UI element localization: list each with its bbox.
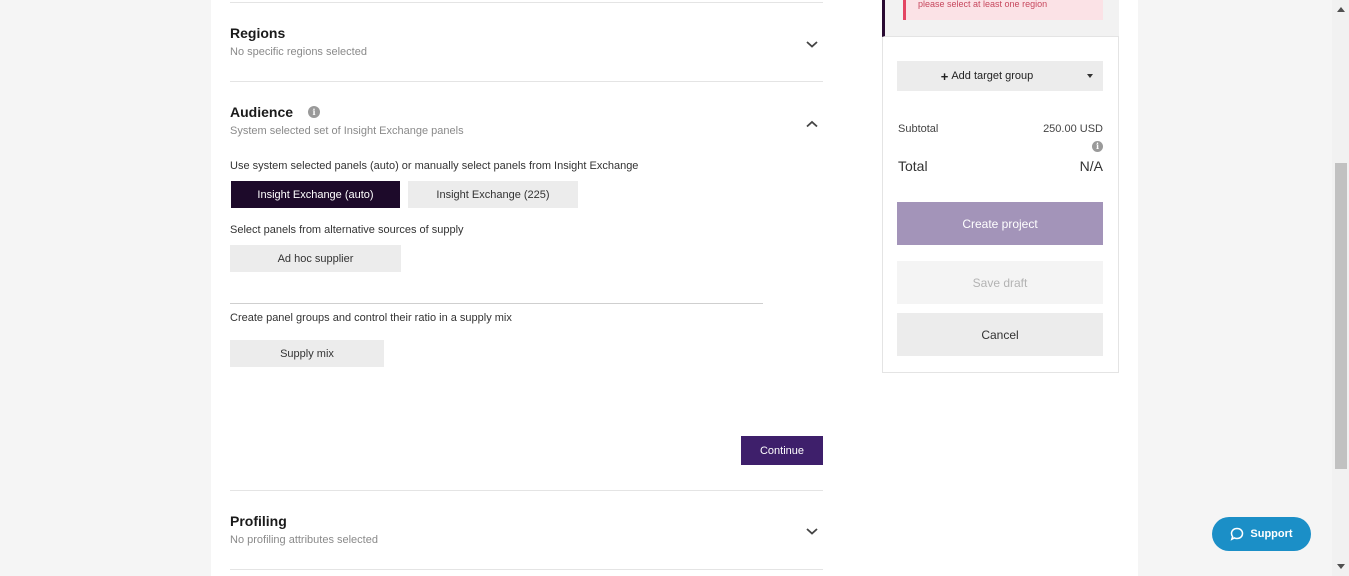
divider [230, 303, 763, 304]
total-label: Total [898, 158, 928, 174]
regions-subtitle: No specific regions selected [230, 46, 367, 58]
cancel-button[interactable]: Cancel [897, 313, 1103, 356]
add-target-group-control: + Add target group [897, 61, 1103, 91]
chevron-down-icon[interactable] [804, 36, 820, 52]
supply-mix-instruction: Create panel groups and control their ra… [230, 312, 512, 324]
alt-supply-instruction: Select panels from alternative sources o… [230, 224, 464, 236]
region-alert: please select at least one region [903, 0, 1103, 20]
audience-title: Audience [230, 104, 294, 120]
info-icon[interactable]: i [308, 106, 320, 118]
total-value: N/A [1079, 158, 1103, 174]
scroll-up-icon[interactable] [1337, 7, 1345, 12]
save-draft-button[interactable]: Save draft [897, 261, 1103, 304]
regions-title: Regions [230, 25, 286, 41]
create-project-button[interactable]: Create project [897, 202, 1103, 245]
section-divider [230, 490, 823, 491]
profiling-subtitle: No profiling attributes selected [230, 534, 378, 546]
section-divider [230, 569, 823, 570]
chevron-down-icon[interactable] [804, 523, 820, 539]
subtotal-value: 250.00 USD [1043, 123, 1103, 135]
subtotal-label: Subtotal [898, 123, 939, 135]
audience-subtitle: System selected set of Insight Exchange … [230, 125, 464, 137]
supply-mix-button[interactable]: Supply mix [230, 340, 384, 367]
region-alert-text: please select at least one region [918, 0, 1048, 9]
support-button[interactable]: Support [1212, 517, 1311, 551]
scroll-down-icon[interactable] [1337, 564, 1345, 569]
adhoc-supplier-button[interactable]: Ad hoc supplier [230, 245, 401, 272]
support-label: Support [1250, 528, 1293, 540]
add-target-group-label: Add target group [951, 70, 1034, 82]
chevron-up-icon[interactable] [804, 116, 820, 132]
panels-instruction: Use system selected panels (auto) or man… [230, 160, 639, 172]
section-divider [230, 2, 823, 3]
caret-down-icon[interactable] [1087, 74, 1093, 78]
chat-bubble-icon [1230, 527, 1244, 541]
info-icon[interactable]: i [1092, 141, 1103, 152]
insight-exchange-auto-button[interactable]: Insight Exchange (auto) [231, 181, 400, 208]
add-target-group-button[interactable]: + Add target group [897, 61, 1077, 91]
plus-icon: + [940, 68, 949, 84]
scrollbar-thumb[interactable] [1335, 163, 1347, 469]
insight-exchange-manual-button[interactable]: Insight Exchange (225) [408, 181, 578, 208]
continue-button[interactable]: Continue [741, 436, 823, 465]
section-divider [230, 81, 823, 82]
profiling-title: Profiling [230, 513, 287, 529]
